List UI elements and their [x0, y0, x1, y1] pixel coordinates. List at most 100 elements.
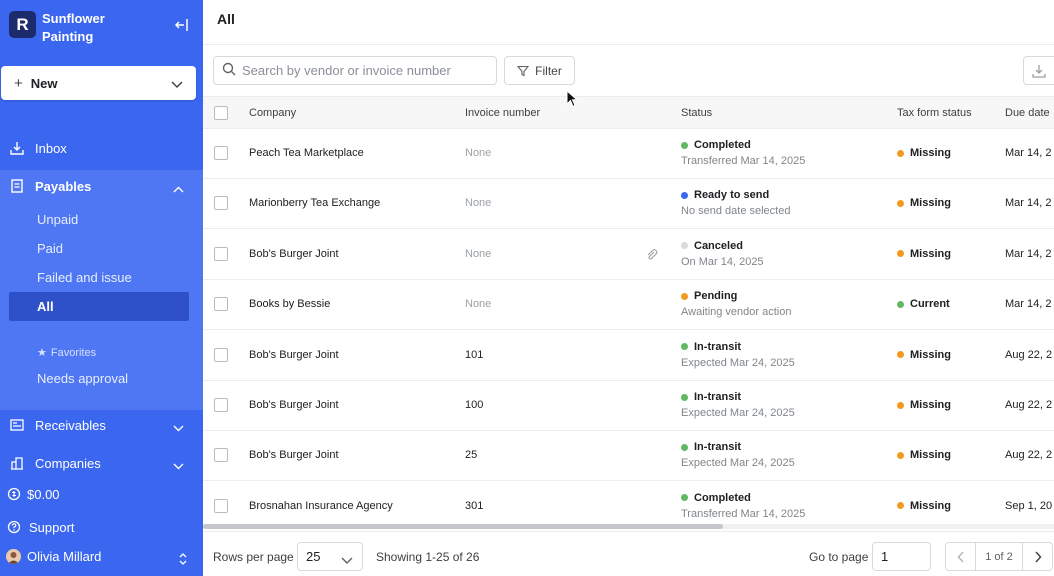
row-checkbox[interactable] — [214, 347, 228, 362]
previous-page-button[interactable] — [946, 543, 975, 570]
sidebar-item-paid[interactable]: Paid — [37, 241, 63, 256]
download-icon — [1032, 64, 1046, 78]
tax-status-label: Missing — [910, 247, 951, 260]
status-dot — [681, 494, 688, 502]
sidebar-item-unpaid[interactable]: Unpaid — [37, 212, 78, 227]
row-checkbox[interactable] — [214, 398, 228, 412]
tax-status-dot — [897, 250, 904, 258]
table-row[interactable]: Books by Bessie None Pending Awaiting ve… — [203, 280, 1054, 331]
rows-per-page-select[interactable]: 25 — [297, 542, 363, 571]
chevron-updown-icon[interactable] — [178, 552, 188, 569]
chevron-down-icon — [341, 553, 353, 568]
table-row[interactable]: Bob's Burger Joint 25 In-transit Expecte… — [203, 431, 1054, 482]
search-icon — [222, 62, 236, 79]
status-dot — [681, 292, 688, 300]
column-header-status[interactable]: Status — [681, 107, 712, 119]
company-cell: Books by Bessie — [249, 298, 331, 311]
new-button-label: New — [30, 75, 58, 91]
sidebar: R Sunflower Painting + New Inbox Payable… — [0, 0, 203, 576]
mouse-cursor-icon — [566, 89, 579, 111]
status-cell: Completed — [681, 139, 751, 151]
horizontal-scrollbar[interactable] — [203, 524, 1054, 529]
table-row[interactable]: Peach Tea Marketplace None Completed Tra… — [203, 129, 1054, 179]
sidebar-item-label: Payables — [35, 178, 92, 194]
status-detail: Transferred Mar 14, 2025 — [681, 507, 806, 520]
attachment-icon[interactable] — [645, 248, 659, 265]
column-header-due-date[interactable]: Due date — [1005, 107, 1050, 119]
table-row[interactable]: Bob's Burger Joint 100 In-transit Expect… — [203, 381, 1054, 431]
row-checkbox[interactable] — [214, 448, 228, 463]
favorites-label: Favorites — [50, 346, 97, 359]
status-dot — [681, 343, 688, 351]
status-detail: Expected Mar 24, 2025 — [681, 356, 795, 369]
tax-form-status-cell: Missing — [897, 248, 951, 260]
sidebar-item-receivables[interactable]: Receivables — [0, 410, 203, 440]
tax-status-dot — [897, 502, 904, 510]
tax-status-dot — [897, 149, 904, 157]
status-cell: In-transit — [681, 441, 741, 453]
row-checkbox[interactable] — [214, 146, 228, 160]
download-button[interactable] — [1023, 56, 1054, 85]
next-page-button[interactable] — [1023, 543, 1052, 570]
status-label: Completed — [694, 491, 751, 504]
tax-status-label: Missing — [910, 449, 951, 462]
scrollbar-thumb[interactable] — [203, 524, 723, 529]
tax-status-dot — [897, 199, 904, 207]
sidebar-item-inbox[interactable]: Inbox — [0, 133, 203, 163]
status-detail: Expected Mar 24, 2025 — [681, 407, 795, 419]
tax-form-status-cell: Missing — [897, 500, 951, 512]
sidebar-item-payables[interactable]: Payables — [0, 171, 203, 201]
tax-form-status-cell: Missing — [897, 399, 951, 411]
tax-form-status-cell: Missing — [897, 197, 951, 209]
status-cell: Canceled — [681, 240, 743, 252]
table-row[interactable]: Marionberry Tea Exchange None Ready to s… — [203, 179, 1054, 230]
select-all-checkbox[interactable] — [214, 106, 228, 120]
page-header: All — [203, 0, 1054, 45]
tax-status-dot — [897, 451, 904, 459]
row-checkbox[interactable] — [214, 297, 228, 312]
invoice-number-cell: 100 — [465, 399, 484, 411]
search-input[interactable] — [242, 63, 482, 78]
tax-status-label: Missing — [910, 348, 951, 361]
sidebar-item-balance[interactable]: $0.00 — [0, 479, 203, 509]
status-detail: Awaiting vendor action — [681, 306, 792, 319]
new-button[interactable]: + New — [1, 66, 196, 100]
brand[interactable]: R Sunflower Painting — [9, 11, 132, 46]
sidebar-item-failed[interactable]: Failed and issue — [37, 270, 132, 285]
status-label: In-transit — [694, 441, 742, 454]
column-header-tax-form[interactable]: Tax form status — [897, 107, 972, 119]
chevron-down-icon — [171, 77, 183, 92]
status-dot — [681, 443, 688, 451]
status-label: In-transit — [694, 391, 742, 403]
go-to-page-input[interactable] — [872, 542, 931, 571]
sidebar-item-companies[interactable]: Companies — [0, 448, 203, 478]
rows-per-page-value: 25 — [306, 549, 321, 564]
receivables-icon — [9, 417, 25, 433]
companies-icon — [9, 455, 25, 471]
status-dot — [681, 393, 688, 401]
due-date-cell: Aug 22, 2 — [1005, 449, 1053, 462]
table-row[interactable]: Bob's Burger Joint None Canceled On Mar … — [203, 230, 1054, 280]
inbox-icon — [9, 140, 25, 156]
collapse-sidebar-icon[interactable] — [174, 18, 190, 32]
row-checkbox[interactable] — [214, 196, 228, 211]
tax-form-status-cell: Missing — [897, 349, 951, 361]
sidebar-item-needs-approval[interactable]: Needs approval — [37, 371, 128, 386]
due-date-cell: Sep 1, 20 — [1005, 499, 1053, 512]
user-menu[interactable]: Olivia Millard — [6, 549, 101, 564]
company-cell: Bob's Burger Joint — [249, 348, 339, 361]
search-box[interactable] — [213, 56, 497, 85]
tax-status-label: Missing — [910, 399, 951, 411]
sidebar-item-all[interactable] — [9, 292, 189, 321]
invoice-number-cell: None — [465, 298, 492, 311]
company-cell: Marionberry Tea Exchange — [249, 197, 381, 210]
filter-button[interactable]: Filter — [504, 56, 575, 85]
sidebar-item-support[interactable]: Support — [0, 512, 203, 542]
column-header-company[interactable]: Company — [249, 107, 296, 119]
table-row[interactable]: Bob's Burger Joint 101 In-transit Expect… — [203, 331, 1054, 381]
row-checkbox[interactable] — [214, 246, 228, 261]
tax-form-status-cell: Current — [897, 298, 950, 310]
column-header-invoice[interactable]: Invoice number — [465, 107, 540, 119]
avatar — [6, 549, 21, 564]
row-checkbox[interactable] — [214, 498, 228, 513]
